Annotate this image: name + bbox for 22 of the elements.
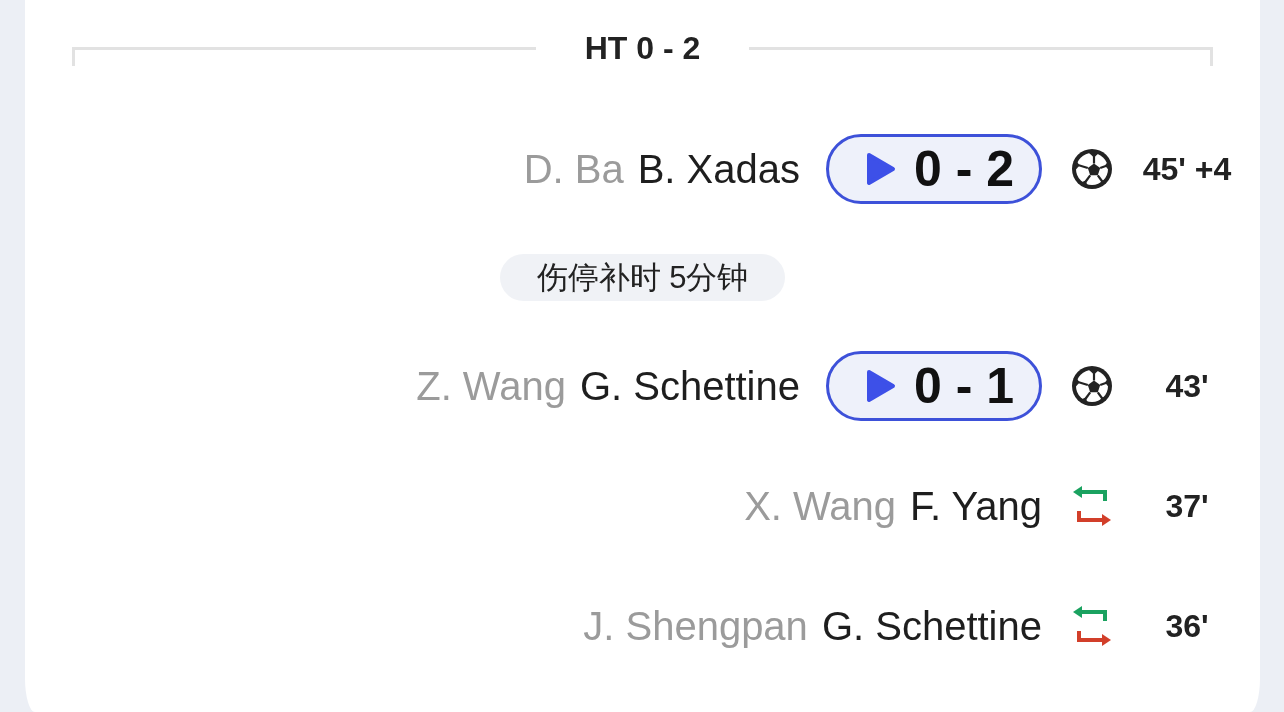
play-icon: [866, 152, 896, 186]
score-video-button[interactable]: 0 - 1: [826, 351, 1042, 421]
player-name: B. Xadas: [637, 146, 800, 193]
score-video-button[interactable]: 0 - 2: [826, 134, 1042, 204]
player-name: G. Schettine: [579, 363, 800, 410]
secondary-player-name: D. Ba: [523, 146, 624, 193]
secondary-player-name: X. Wang: [744, 483, 897, 530]
swap-arrows-icon: [1072, 605, 1112, 647]
stoppage-time-note: 伤停补时 5分钟: [499, 254, 786, 301]
event-minute: 45' +4: [1142, 150, 1232, 188]
secondary-player-name: Z. Wang: [416, 363, 566, 410]
player-name: G. Schettine: [821, 603, 1042, 650]
play-icon: [866, 369, 896, 403]
secondary-player-name: J. Shengpan: [583, 603, 808, 650]
event-minute: 37': [1165, 487, 1209, 525]
soccer-ball-icon: [1072, 366, 1112, 406]
player-name: F. Yang: [910, 483, 1042, 530]
swap-arrows-icon: [1072, 485, 1112, 527]
soccer-ball-icon: [1072, 149, 1112, 189]
halftime-score: HT 0 - 2: [583, 29, 702, 68]
event-minute: 36': [1165, 607, 1209, 645]
event-minute: 43': [1165, 367, 1209, 405]
